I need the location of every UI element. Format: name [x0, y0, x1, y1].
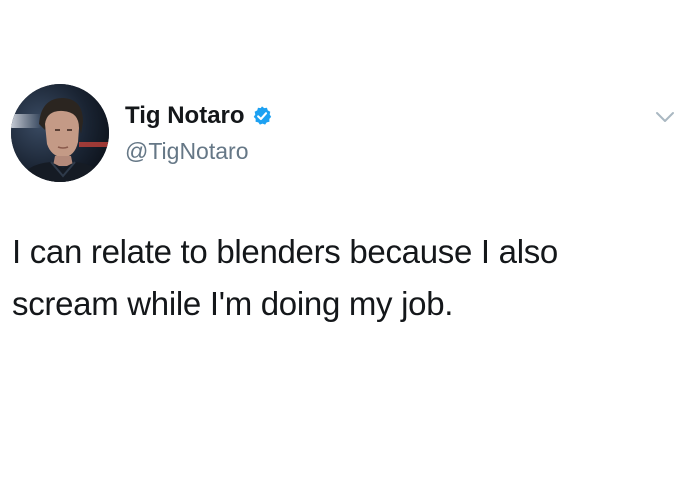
tweet-card: Tig Notaro @TigNotaro I can relate to bl…	[0, 0, 690, 480]
tweet-text: I can relate to blenders because I also …	[12, 226, 672, 330]
verified-badge-icon	[251, 105, 273, 127]
avatar-photo-icon	[11, 84, 109, 182]
author-display-name[interactable]: Tig Notaro	[125, 100, 245, 132]
chevron-down-icon	[656, 112, 674, 122]
tweet-text-line: I can relate to blenders because I also	[12, 233, 558, 270]
tweet-menu-button[interactable]	[652, 104, 678, 130]
tweet-text-line: scream while I'm doing my job.	[12, 285, 454, 322]
author-name-row[interactable]: Tig Notaro	[125, 100, 273, 132]
author-handle[interactable]: @TigNotaro	[125, 136, 248, 166]
author-avatar[interactable]	[11, 84, 109, 182]
